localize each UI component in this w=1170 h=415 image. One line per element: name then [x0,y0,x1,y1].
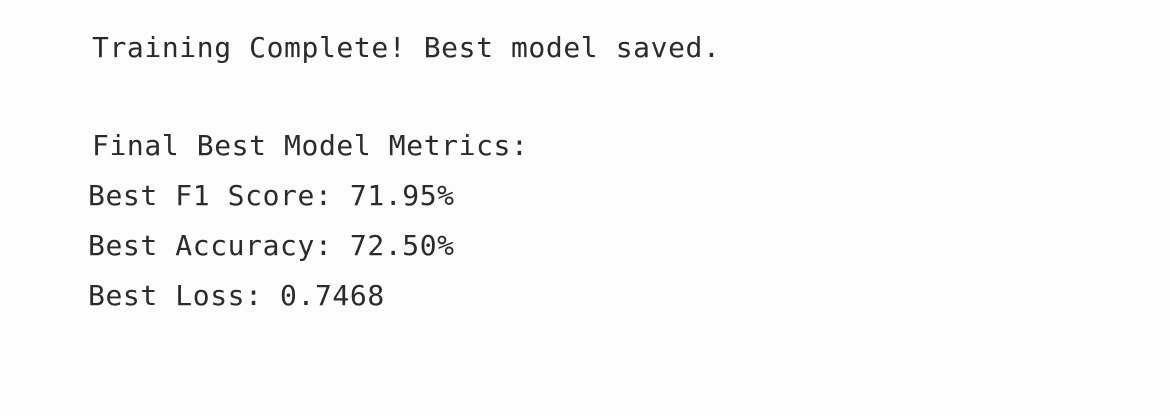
metric-f1-score: Best F1 Score: 71.95% [88,179,455,212]
training-status-line: Training Complete! Best model saved. [92,31,721,64]
metrics-header: Final Best Model Metrics: [92,129,529,162]
console-output: Training Complete! Best model saved. Fin… [0,0,1170,415]
metric-accuracy: Best Accuracy: 72.50% [88,229,455,262]
metric-loss: Best Loss: 0.7468 [88,279,385,312]
